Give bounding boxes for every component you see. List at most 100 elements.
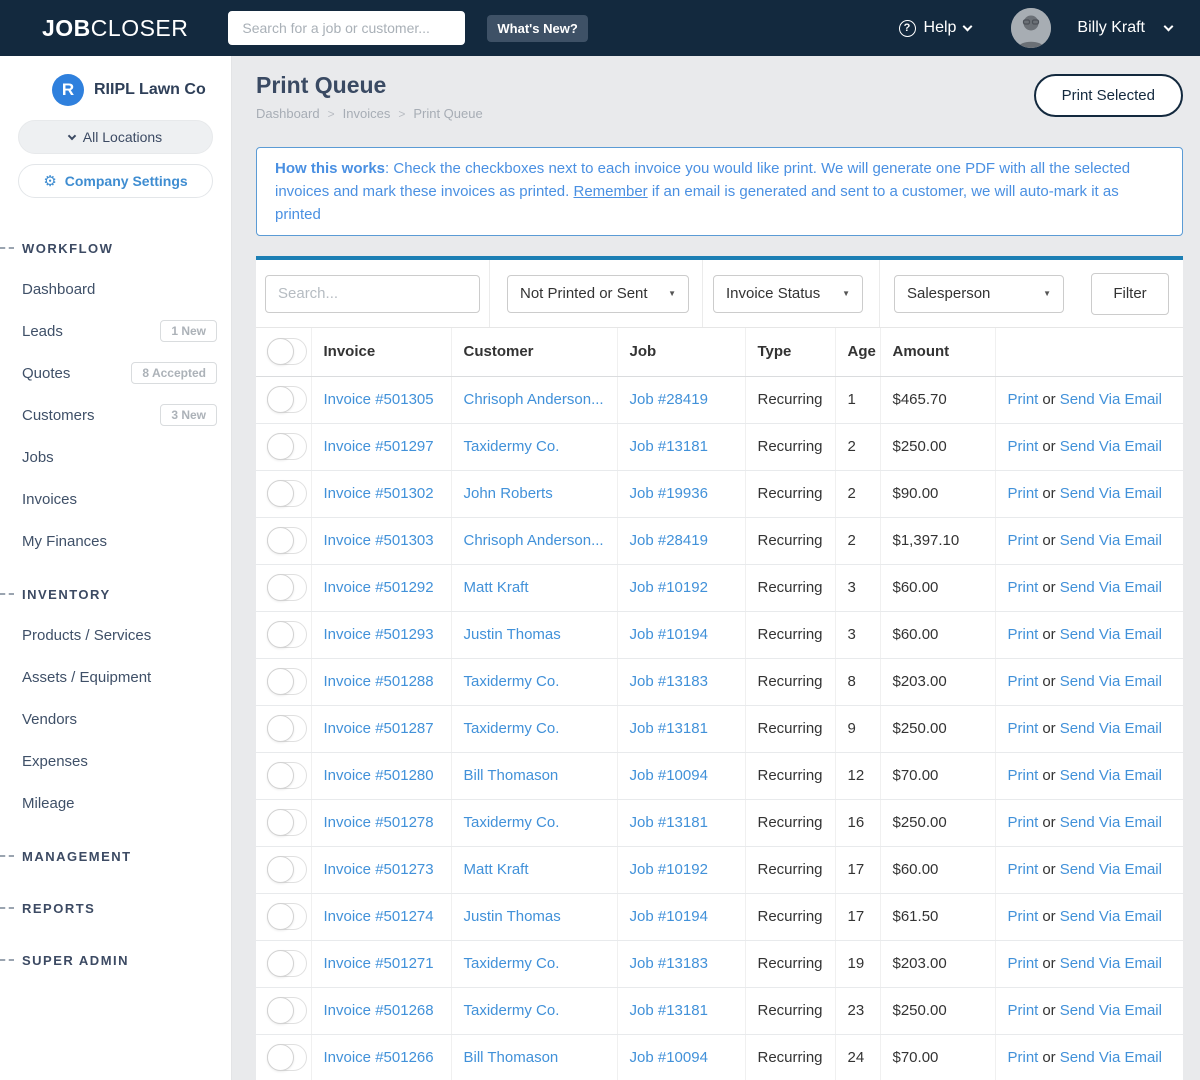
invoice-link[interactable]: Invoice #501302 [324, 485, 434, 502]
job-link[interactable]: Job #19936 [630, 485, 708, 502]
print-link[interactable]: Print [1008, 438, 1039, 455]
customer-link[interactable]: John Roberts [464, 485, 553, 502]
invoice-link[interactable]: Invoice #501271 [324, 955, 434, 972]
select-all-toggle[interactable] [267, 338, 307, 366]
invoice-link[interactable]: Invoice #501287 [324, 720, 434, 737]
job-link[interactable]: Job #10192 [630, 861, 708, 878]
print-link[interactable]: Print [1008, 720, 1039, 737]
help-menu[interactable]: ? Help [898, 19, 973, 37]
invoice-link[interactable]: Invoice #501305 [324, 391, 434, 408]
customer-link[interactable]: Taxidermy Co. [464, 955, 560, 972]
avatar[interactable] [1011, 8, 1052, 48]
job-link[interactable]: Job #28419 [630, 532, 708, 549]
row-select-toggle[interactable] [267, 856, 307, 883]
job-link[interactable]: Job #13183 [630, 673, 708, 690]
all-locations-selector[interactable]: All Locations [18, 120, 213, 154]
customer-link[interactable]: Taxidermy Co. [464, 438, 560, 455]
send-via-email-link[interactable]: Send Via Email [1060, 1002, 1162, 1019]
customer-link[interactable]: Taxidermy Co. [464, 1002, 560, 1019]
breadcrumb-item-invoices[interactable]: Invoices [343, 106, 391, 121]
invoice-link[interactable]: Invoice #501273 [324, 861, 434, 878]
filter-dropdown-salesperson[interactable]: Salesperson ▼ [894, 274, 1064, 313]
filter-dropdown-not-printed-or-sent[interactable]: Not Printed or Sent ▼ [507, 274, 689, 313]
print-link[interactable]: Print [1008, 579, 1039, 596]
customer-link[interactable]: Justin Thomas [464, 908, 561, 925]
customer-link[interactable]: Bill Thomason [464, 1049, 559, 1066]
print-link[interactable]: Print [1008, 391, 1039, 408]
print-link[interactable]: Print [1008, 532, 1039, 549]
row-select-toggle[interactable] [267, 1044, 307, 1071]
send-via-email-link[interactable]: Send Via Email [1060, 861, 1162, 878]
invoice-link[interactable]: Invoice #501280 [324, 767, 434, 784]
print-link[interactable]: Print [1008, 1002, 1039, 1019]
sidebar-item-jobs[interactable]: Jobs [0, 436, 231, 478]
print-link[interactable]: Print [1008, 814, 1039, 831]
filter-dropdown-invoice-status[interactable]: Invoice Status ▼ [713, 274, 863, 313]
table-search-input[interactable] [265, 274, 480, 313]
send-via-email-link[interactable]: Send Via Email [1060, 908, 1162, 925]
row-select-toggle[interactable] [267, 809, 307, 836]
breadcrumb-item-print-queue[interactable]: Print Queue [413, 106, 482, 121]
company-settings-button[interactable]: ⚙ Company Settings [18, 164, 213, 198]
customer-link[interactable]: Justin Thomas [464, 626, 561, 643]
send-via-email-link[interactable]: Send Via Email [1060, 579, 1162, 596]
row-select-toggle[interactable] [267, 621, 307, 648]
send-via-email-link[interactable]: Send Via Email [1060, 626, 1162, 643]
sidebar-item-mileage[interactable]: Mileage [0, 782, 231, 824]
sidebar-item-invoices[interactable]: Invoices [0, 478, 231, 520]
job-link[interactable]: Job #10194 [630, 908, 708, 925]
row-select-toggle[interactable] [267, 762, 307, 789]
send-via-email-link[interactable]: Send Via Email [1060, 814, 1162, 831]
sidebar-item-products-services[interactable]: Products / Services [0, 614, 231, 656]
job-link[interactable]: Job #10192 [630, 579, 708, 596]
row-select-toggle[interactable] [267, 386, 307, 413]
print-link[interactable]: Print [1008, 955, 1039, 972]
row-select-toggle[interactable] [267, 668, 307, 695]
print-link[interactable]: Print [1008, 626, 1039, 643]
chevron-down-icon[interactable] [1163, 21, 1174, 32]
customer-link[interactable]: Chrisoph Anderson... [464, 532, 604, 549]
invoice-link[interactable]: Invoice #501292 [324, 579, 434, 596]
row-select-toggle[interactable] [267, 997, 307, 1024]
sidebar-item-leads[interactable]: Leads 1 New [0, 310, 231, 352]
row-select-toggle[interactable] [267, 480, 307, 507]
customer-link[interactable]: Taxidermy Co. [464, 673, 560, 690]
job-link[interactable]: Job #10194 [630, 626, 708, 643]
customer-link[interactable]: Taxidermy Co. [464, 720, 560, 737]
print-selected-button[interactable]: Print Selected [1033, 74, 1183, 117]
invoice-link[interactable]: Invoice #501266 [324, 1049, 434, 1066]
print-link[interactable]: Print [1008, 908, 1039, 925]
sidebar-item-assets-equipment[interactable]: Assets / Equipment [0, 656, 231, 698]
send-via-email-link[interactable]: Send Via Email [1060, 720, 1162, 737]
invoice-link[interactable]: Invoice #501274 [324, 908, 434, 925]
print-link[interactable]: Print [1008, 485, 1039, 502]
job-link[interactable]: Job #28419 [630, 391, 708, 408]
customer-link[interactable]: Bill Thomason [464, 767, 559, 784]
send-via-email-link[interactable]: Send Via Email [1060, 391, 1162, 408]
print-link[interactable]: Print [1008, 767, 1039, 784]
row-select-toggle[interactable] [267, 903, 307, 930]
send-via-email-link[interactable]: Send Via Email [1060, 438, 1162, 455]
sidebar-item-dashboard[interactable]: Dashboard [0, 268, 231, 310]
customer-link[interactable]: Taxidermy Co. [464, 814, 560, 831]
customer-link[interactable]: Matt Kraft [464, 579, 529, 596]
user-name[interactable]: Billy Kraft [1077, 19, 1145, 37]
print-link[interactable]: Print [1008, 1049, 1039, 1066]
customer-link[interactable]: Matt Kraft [464, 861, 529, 878]
row-select-toggle[interactable] [267, 433, 307, 460]
send-via-email-link[interactable]: Send Via Email [1060, 955, 1162, 972]
sidebar-item-quotes[interactable]: Quotes 8 Accepted [0, 352, 231, 394]
print-link[interactable]: Print [1008, 673, 1039, 690]
row-select-toggle[interactable] [267, 527, 307, 554]
global-search-input[interactable] [228, 11, 466, 45]
customer-link[interactable]: Chrisoph Anderson... [464, 391, 604, 408]
invoice-link[interactable]: Invoice #501288 [324, 673, 434, 690]
invoice-link[interactable]: Invoice #501268 [324, 1002, 434, 1019]
job-link[interactable]: Job #13181 [630, 814, 708, 831]
send-via-email-link[interactable]: Send Via Email [1060, 767, 1162, 784]
row-select-toggle[interactable] [267, 715, 307, 742]
breadcrumb-item-dashboard[interactable]: Dashboard [256, 106, 320, 121]
sidebar-item-customers[interactable]: Customers 3 New [0, 394, 231, 436]
job-link[interactable]: Job #10094 [630, 767, 708, 784]
send-via-email-link[interactable]: Send Via Email [1060, 485, 1162, 502]
